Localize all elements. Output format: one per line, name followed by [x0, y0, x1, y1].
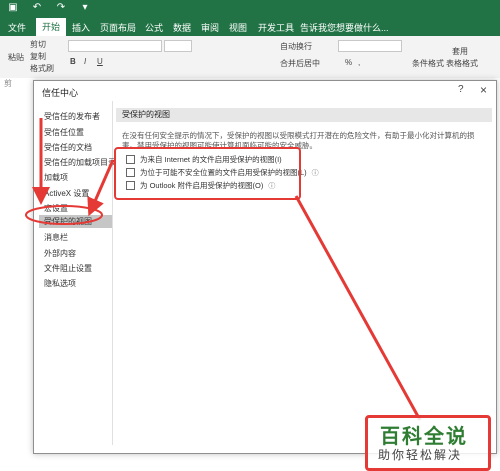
arrow-to-protected-view — [87, 159, 115, 217]
watermark-logo: 百科全说 助你轻松解决 — [365, 415, 491, 471]
arrow-to-watermark — [294, 195, 422, 421]
watermark-main-text: 百科全说 — [380, 426, 468, 448]
watermark-sub-text: 助你轻松解决 — [378, 448, 463, 462]
annotation-circle — [25, 205, 103, 225]
annotation-arrows — [25, 118, 422, 421]
